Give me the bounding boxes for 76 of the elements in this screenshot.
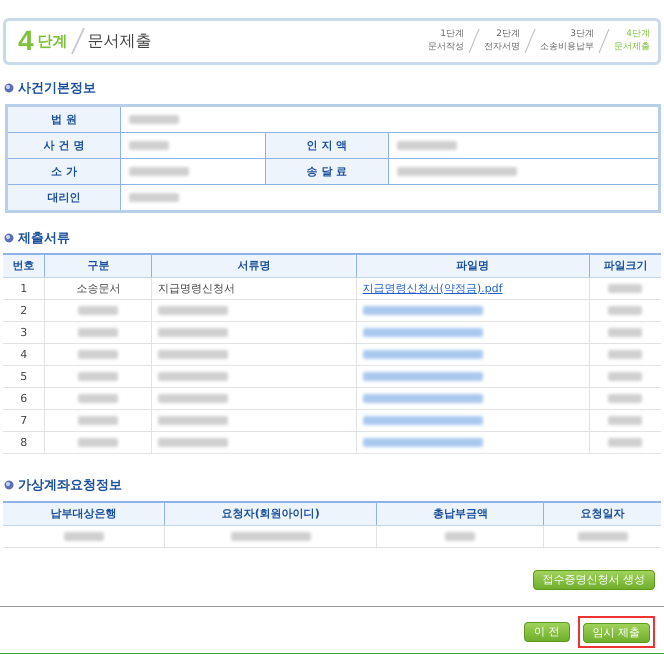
redacted-blur [158, 438, 228, 448]
column-header: 파일크기 [589, 254, 661, 278]
field-label: 대리인 [6, 184, 120, 212]
redacted-blur [129, 167, 189, 176]
redacted-blur [129, 193, 179, 202]
redacted-blur [78, 372, 118, 382]
page-title: 문서제출 [88, 30, 152, 52]
table-cell: 8 [3, 431, 45, 454]
column-header: 파일명 [356, 254, 590, 278]
redacted-blur [78, 438, 118, 448]
step-indicator: 2단계 전자서명 [484, 28, 520, 54]
section-title: 제출서류 [18, 230, 70, 247]
table-cell: 1 [3, 277, 45, 300]
redacted-blur [396, 141, 457, 150]
redacted-blur [78, 306, 118, 316]
step-indicator: 4단계 문서제출 [614, 28, 650, 54]
column-header: 번호 [3, 254, 45, 278]
redacted-blur [608, 328, 642, 338]
step-number: 4 [18, 25, 34, 58]
slash-icon [524, 28, 536, 54]
table-cell: 6 [3, 387, 45, 410]
redacted-blur [608, 372, 642, 382]
bullet-icon [4, 480, 14, 490]
field-label: 소 가 [6, 158, 120, 184]
certificate-button[interactable]: 접수증명신청서 생성 [532, 570, 655, 590]
section-title: 가상계좌요청정보 [18, 476, 122, 494]
redacted-blur [129, 141, 169, 150]
field-label: 인 지 액 [265, 132, 388, 158]
table-cell-text: 지급명령신청서 [158, 282, 236, 295]
table-cell: 7 [3, 409, 45, 432]
file-link[interactable]: 지급명령신청서(약정금).pdf [362, 282, 502, 295]
slash-icon [70, 28, 86, 54]
bullet-icon [4, 82, 14, 93]
redacted-blur [158, 372, 228, 382]
column-header: 총납부금액 [376, 502, 544, 526]
column-header: 요청자(회원아이디) [164, 502, 377, 526]
redacted-blur [78, 350, 118, 360]
redacted-blur [158, 306, 228, 316]
redacted-blur [158, 350, 228, 360]
bullet-icon [4, 232, 14, 243]
redacted-blur [78, 328, 118, 338]
column-header: 구분 [44, 254, 152, 278]
slash-icon [468, 28, 480, 54]
section-title: 사건기본정보 [18, 80, 96, 97]
redacted-blur [608, 416, 642, 426]
redacted-blur [578, 532, 628, 542]
redacted-blur [608, 350, 642, 360]
field-label: 법 원 [6, 105, 120, 132]
redacted-blur [608, 438, 642, 448]
column-header: 요청일자 [544, 502, 661, 526]
redacted-blur [608, 306, 642, 316]
redacted-blur [445, 532, 476, 542]
redacted-blur [608, 394, 642, 404]
table-cell-text: 소송문서 [76, 282, 120, 295]
redacted-blur [158, 328, 228, 338]
redacted-blur [158, 416, 228, 426]
previous-button[interactable]: 이 전 [524, 622, 570, 642]
table-cell: 3 [3, 321, 45, 344]
step-indicator: 1단계 문서작성 [428, 28, 464, 54]
submit-button[interactable]: 임시 제출 [582, 622, 650, 643]
table-cell: 4 [3, 343, 45, 366]
column-header: 납부대상은행 [3, 502, 165, 526]
table-cell: 5 [3, 365, 45, 388]
redacted-blur [64, 532, 104, 542]
redacted-blur [608, 284, 642, 294]
step-indicator: 3단계 소송비용납부 [540, 28, 594, 54]
redacted-blur [129, 115, 179, 124]
table-cell: 2 [3, 299, 45, 322]
redacted-blur [158, 394, 228, 404]
redacted-blur [78, 394, 118, 404]
redacted-blur [78, 416, 118, 426]
column-header: 서류명 [152, 254, 356, 278]
slash-icon [598, 28, 610, 54]
step-word: 단계 [38, 32, 68, 51]
field-label: 송 달 료 [265, 158, 388, 184]
field-label: 사 건 명 [6, 132, 120, 158]
